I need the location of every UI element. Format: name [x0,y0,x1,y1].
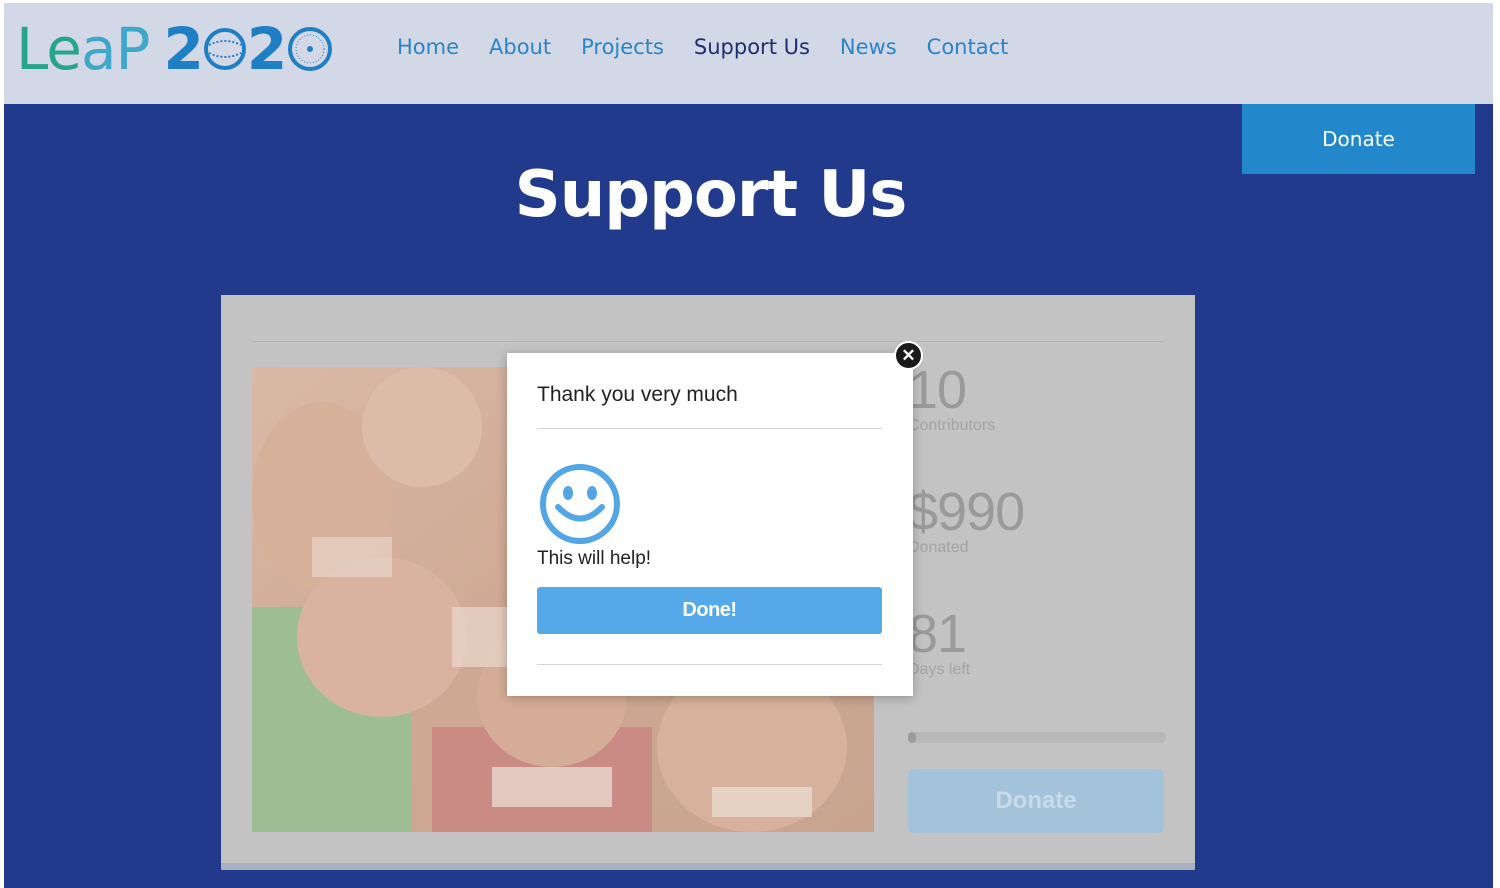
logo-text-2: aP [80,15,151,83]
thank-you-modal: Thank you very much This will help! Done… [507,353,913,696]
modal-divider-top [537,428,882,429]
done-button[interactable]: Done! [537,587,882,634]
funding-progress-fill [908,732,916,743]
modal-title: Thank you very much [537,383,738,406]
logo-text-3: 2 [163,15,204,83]
nav-news[interactable]: News [840,35,897,59]
donated-amount: $990 [908,482,1025,542]
days-left-label: Days left [908,661,971,678]
nav-about[interactable]: About [489,35,551,59]
campaign-donate-button[interactable]: Donate [908,769,1164,833]
campaign-bottom-strip [221,863,1195,870]
days-left-count: 81 [908,604,967,664]
smiley-icon [540,464,620,544]
site-header: Le aP 2 2 Home About Projects Support Us N… [4,3,1493,104]
baseball-icon [203,28,246,70]
modal-close-icon[interactable]: ✕ [894,341,923,370]
nav-contact[interactable]: Contact [927,35,1009,59]
modal-message: This will help! [537,548,652,569]
wheel-icon [288,27,333,71]
donated-label: Donated [908,539,969,556]
contributors-count: 10 [908,360,967,420]
nav-support-us[interactable]: Support Us [694,35,810,59]
logo-text-4: 2 [246,15,287,83]
logo-text-1: Le [16,15,82,83]
funding-progress-bar [908,732,1166,743]
main-nav: Home About Projects Support Us News Cont… [397,35,1008,59]
modal-divider-bottom [537,664,882,665]
campaign-divider [252,341,1164,342]
page: Le aP 2 2 Home About Projects Support Us N… [4,3,1493,888]
nav-home[interactable]: Home [397,35,459,59]
page-title: Support Us [514,158,908,232]
logo[interactable]: Le aP 2 2 [16,15,334,83]
contributors-label: Contributors [908,417,996,434]
nav-projects[interactable]: Projects [581,35,664,59]
